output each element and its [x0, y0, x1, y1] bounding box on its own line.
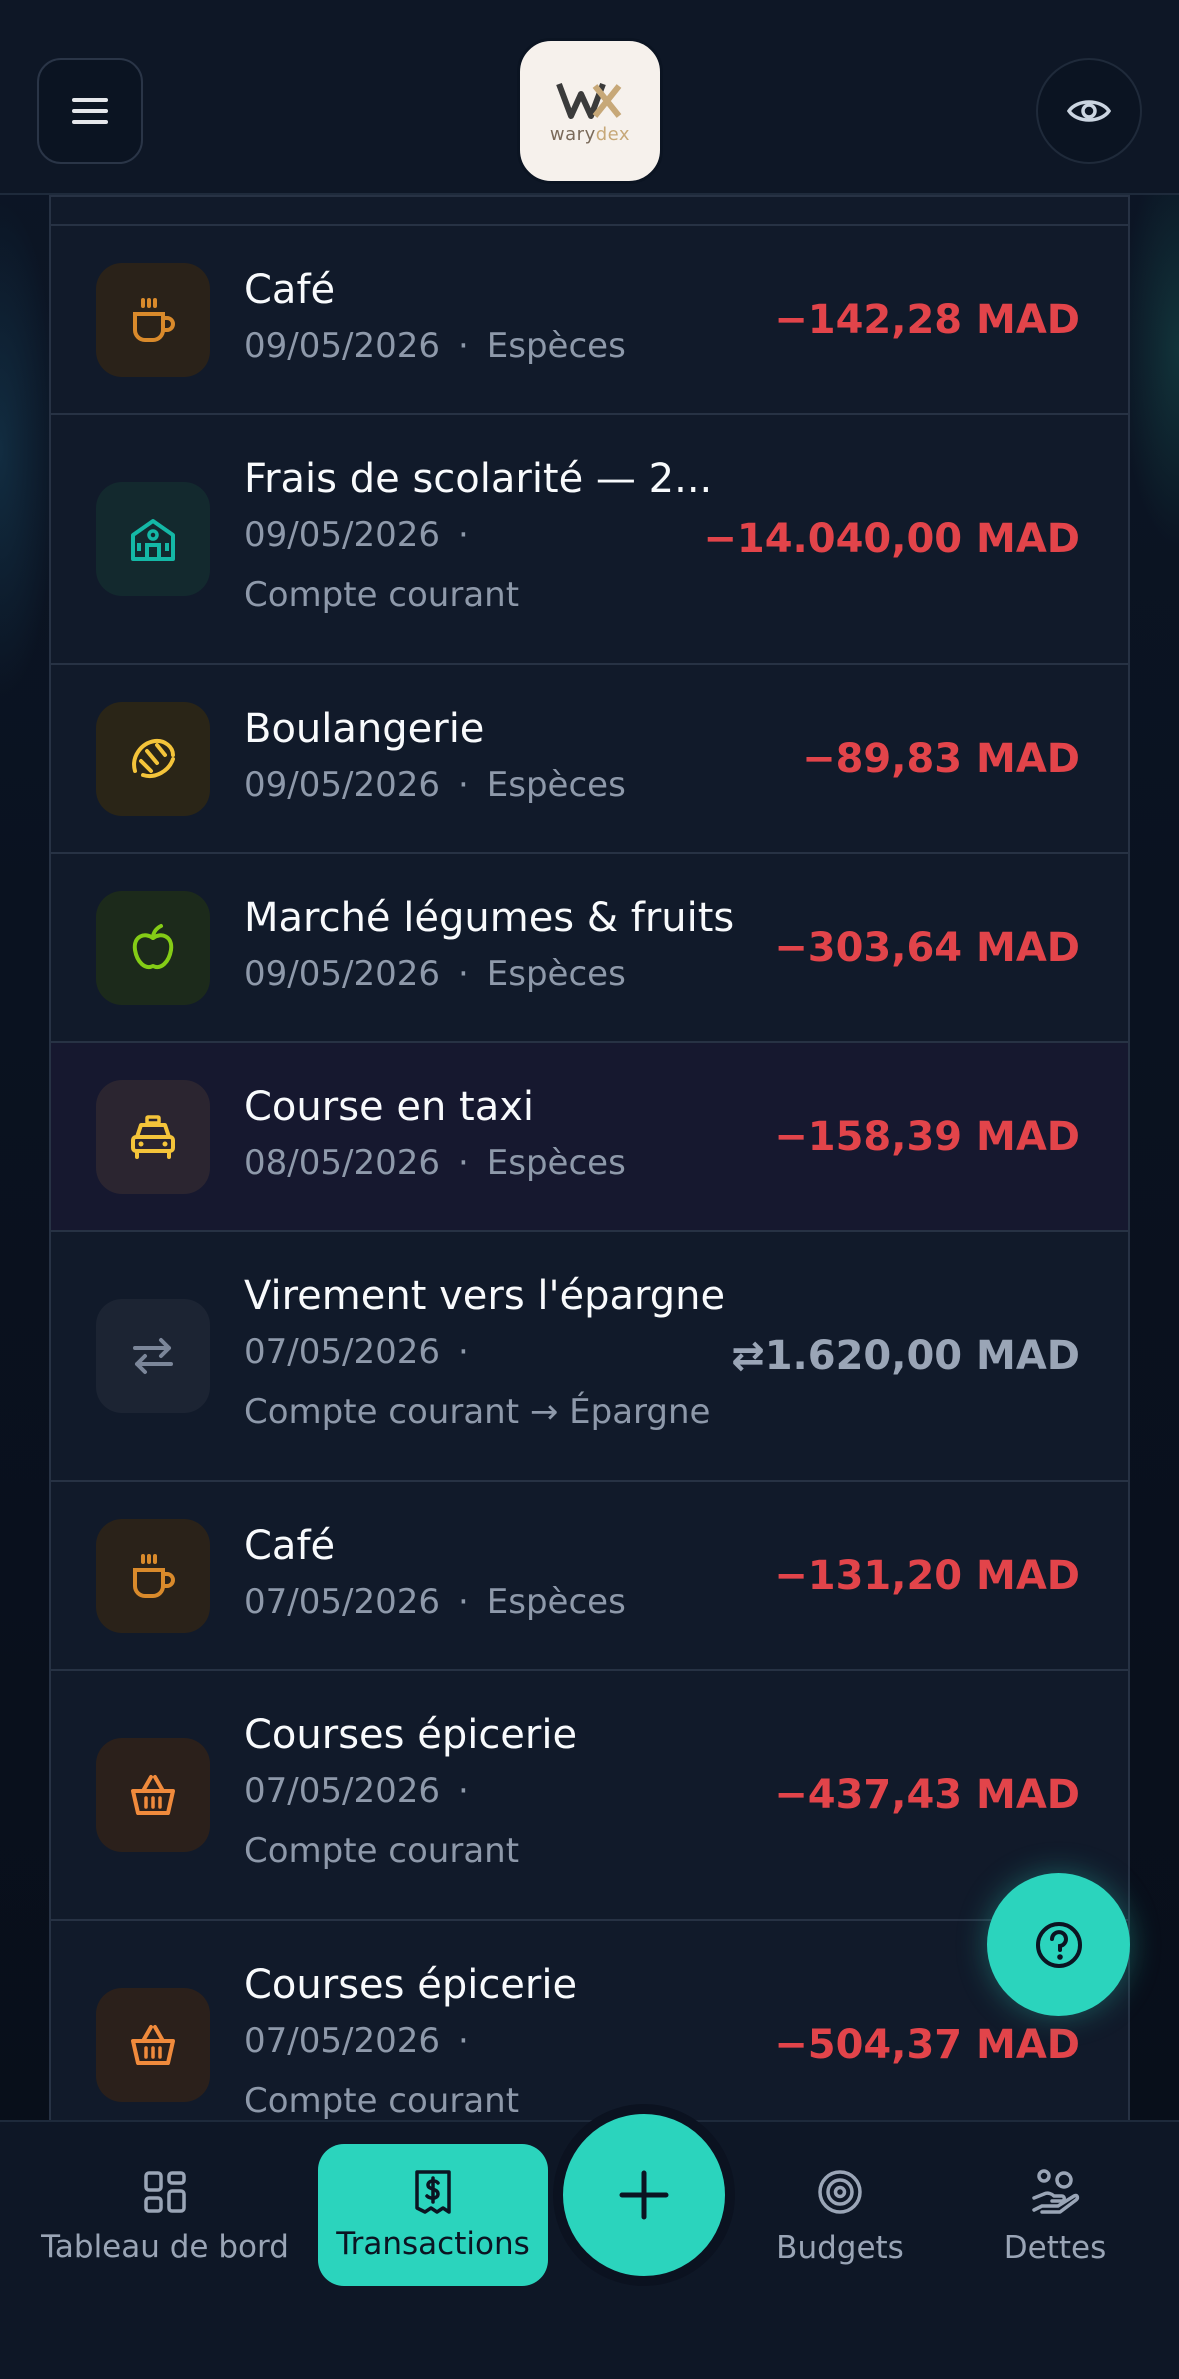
nav-label: Budgets [776, 2230, 904, 2266]
transaction-row[interactable]: Marché légumes & fruits 09/05/2026 · Espèc… [51, 852, 1128, 1041]
transaction-date: 07/05/2026 [244, 2021, 440, 2061]
transaction-title: Frais de scolarité — 2... [244, 456, 713, 502]
transaction-row[interactable]: Virement vers l'épargne 07/05/2026 · Comp… [51, 1230, 1128, 1480]
transaction-date: 09/05/2026 [244, 325, 440, 366]
logo-text: warydex [549, 123, 631, 145]
nav-debts[interactable]: Dettes [980, 2122, 1130, 2312]
transaction-amount: −437,43 MAD [774, 1772, 1080, 1818]
category-icon-box [96, 1518, 210, 1633]
transaction-title: Course en taxi [244, 1083, 535, 1130]
category-icon-box [96, 482, 210, 596]
app-logo[interactable]: warydex [517, 38, 663, 184]
coffee-icon [133, 297, 175, 342]
plus-icon [619, 2170, 669, 2220]
dashboard-grid-icon [144, 2171, 186, 2213]
hand-coins-icon [1032, 2169, 1080, 2214]
basket-icon [131, 2025, 175, 2065]
transaction-amount: −131,20 MAD [774, 1552, 1080, 1599]
transaction-amount: −89,83 MAD [802, 735, 1080, 782]
category-icon-box [96, 1079, 210, 1194]
taxi-icon [131, 1114, 175, 1159]
transactions-list[interactable]: Café 09/05/2026 · Espèces −142,28 MAD Frai… [49, 195, 1130, 2120]
transaction-row-selected[interactable]: Course en taxi 08/05/2026 · Espèces −158,3… [51, 1041, 1128, 1230]
transaction-title: Boulangerie [244, 705, 485, 752]
hamburger-icon [72, 98, 108, 124]
transaction-account: Espèces [486, 325, 626, 366]
transaction-account: Compte courant [244, 2081, 520, 2120]
coffee-icon [133, 1553, 175, 1598]
transfer-icon [133, 1338, 173, 1374]
add-transaction-button[interactable] [553, 2104, 735, 2286]
bottom-navigation: Tableau de bord Transactions Budgets Det… [0, 2104, 1179, 2379]
transaction-account: Espèces [486, 764, 626, 805]
category-icon-box [96, 262, 210, 377]
category-icon-box [96, 890, 210, 1005]
nav-transactions[interactable]: Transactions [318, 2144, 548, 2286]
category-icon-box [96, 701, 210, 816]
transaction-date: 09/05/2026 [244, 515, 440, 555]
eye-icon [1067, 100, 1111, 122]
transaction-amount: −504,37 MAD [774, 2022, 1080, 2068]
transaction-date: 09/05/2026 [244, 953, 440, 994]
target-icon [818, 2170, 862, 2214]
category-icon-box [96, 1988, 210, 2102]
transaction-account: Espèces [486, 1142, 626, 1183]
transaction-row[interactable]: Boulangerie 09/05/2026 · Espèces −89,83 MA… [51, 663, 1128, 852]
croissant-icon [132, 738, 175, 778]
category-icon-box [96, 1299, 210, 1413]
category-icon-box [96, 1738, 210, 1852]
transaction-title: Café [244, 1522, 336, 1569]
transaction-date: 07/05/2026 [244, 1771, 440, 1811]
receipt-dollar-icon [415, 2170, 451, 2214]
transaction-row[interactable]: Frais de scolarité — 2... 09/05/2026 · Co… [51, 413, 1128, 663]
transaction-amount: ⇄1.620,00 MAD [731, 1333, 1080, 1379]
nav-label: Tableau de bord [41, 2229, 289, 2265]
transaction-date: 07/05/2026 [244, 1332, 440, 1372]
transaction-row[interactable]: Café 07/05/2026 · Espèces −131,20 MAD [51, 1480, 1128, 1669]
transaction-row[interactable]: Courses épicerie 07/05/2026 · Compte cour… [51, 1669, 1128, 1919]
help-icon [1035, 1921, 1082, 1968]
nav-label: Transactions [336, 2226, 530, 2262]
transaction-account: Espèces [486, 953, 626, 994]
transaction-account: Compte courant [244, 1831, 520, 1871]
transaction-amount: −158,39 MAD [774, 1113, 1080, 1160]
transaction-title: Courses épicerie [244, 1962, 578, 2008]
transaction-title: Courses épicerie [244, 1712, 578, 1758]
menu-button[interactable] [37, 58, 143, 164]
basket-icon [131, 1775, 175, 1815]
transaction-title: Café [244, 266, 336, 313]
transaction-date: 07/05/2026 [244, 1581, 440, 1622]
apple-icon [132, 923, 174, 969]
nav-label: Dettes [1003, 2230, 1107, 2266]
transaction-row[interactable]: Courses épicerie 07/05/2026 · Compte cour… [51, 1919, 1128, 2120]
transaction-date: 09/05/2026 [244, 764, 440, 805]
top-header: warydex [0, 0, 1179, 195]
transaction-account: Espèces [486, 1581, 626, 1622]
app-screen: warydex Café 09/05/2026 · Espèces −142,2… [0, 0, 1179, 2379]
transaction-row[interactable]: Café 09/05/2026 · Espèces −142,28 MAD [51, 224, 1128, 413]
transaction-account: Compte courant → Épargne [244, 1392, 711, 1432]
transaction-amount: −142,28 MAD [774, 296, 1080, 343]
nav-dashboard[interactable]: Tableau de bord [30, 2122, 300, 2312]
transaction-account: Compte courant [244, 575, 520, 615]
transaction-date: 08/05/2026 [244, 1142, 440, 1183]
toggle-visibility-button[interactable] [1036, 58, 1142, 164]
logo-mark-icon [556, 82, 622, 119]
help-button[interactable] [987, 1873, 1130, 2016]
transaction-title: Virement vers l'épargne [244, 1273, 726, 1319]
transaction-title: Marché légumes & fruits [244, 894, 735, 941]
list-item-partial [51, 195, 1128, 224]
nav-budgets[interactable]: Budgets [760, 2122, 920, 2312]
transaction-amount: −303,64 MAD [774, 924, 1080, 971]
transaction-amount: −14.040,00 MAD [703, 516, 1080, 562]
school-icon [131, 519, 175, 561]
